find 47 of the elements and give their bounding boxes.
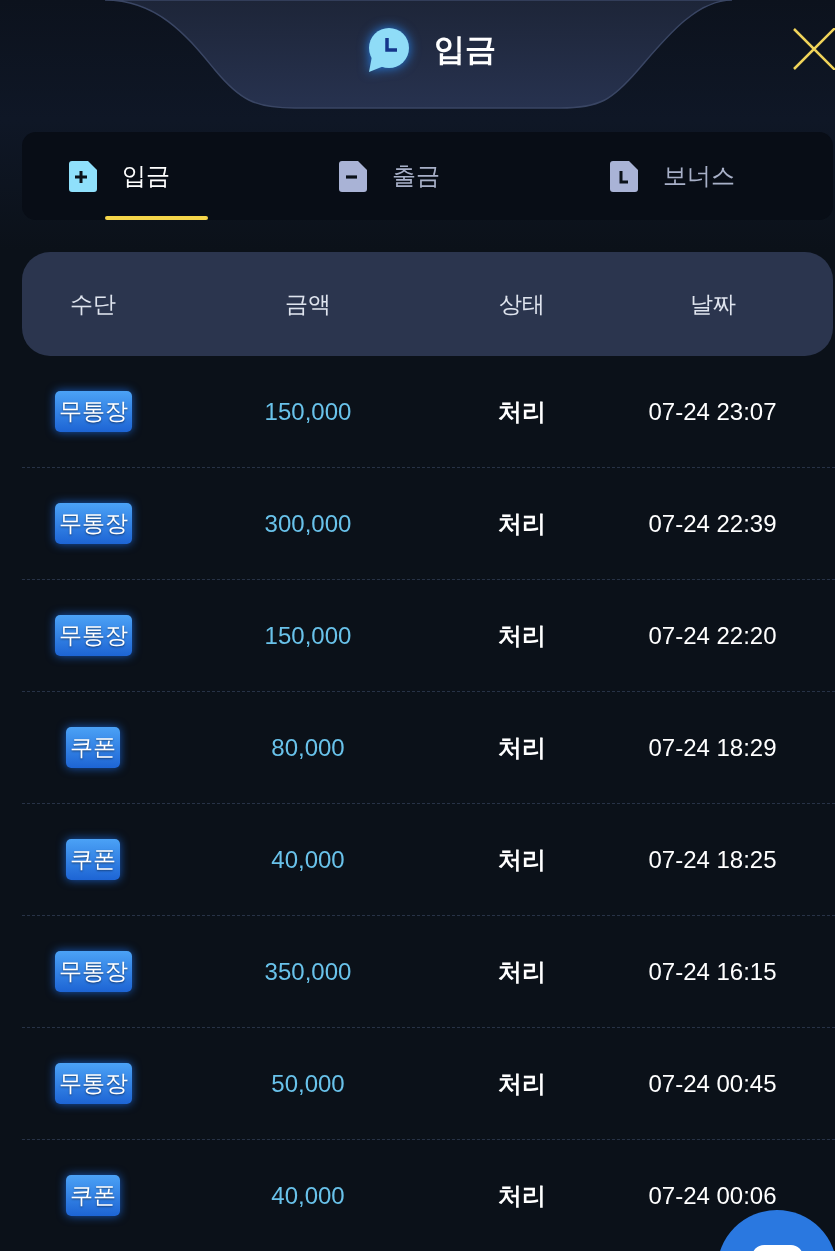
document-plus-icon bbox=[69, 160, 97, 192]
status-text: 처리 bbox=[498, 844, 546, 875]
rounded-rect-icon bbox=[752, 1245, 803, 1251]
column-header: 상태 bbox=[499, 289, 545, 319]
method-badge: 쿠폰 bbox=[66, 839, 120, 880]
date-time-text: 07-24 16:15 bbox=[648, 957, 777, 986]
tab[interactable]: 입금 bbox=[22, 132, 293, 220]
close-button[interactable] bbox=[793, 28, 835, 70]
status-text: 처리 bbox=[498, 508, 546, 539]
method-badge: 쿠폰 bbox=[66, 1175, 120, 1216]
tab[interactable]: 출금 bbox=[292, 132, 563, 220]
method-badge: 무통장 bbox=[54, 615, 132, 656]
column-header: 금액 bbox=[285, 289, 331, 319]
status-text: 처리 bbox=[498, 956, 546, 987]
tab[interactable]: 보너스 bbox=[562, 132, 833, 220]
amount-text: 40,000 bbox=[271, 1181, 345, 1210]
method-badge: 무통장 bbox=[54, 503, 132, 544]
amount-text: 50,000 bbox=[271, 1069, 345, 1098]
method-badge: 무통장 bbox=[54, 1063, 132, 1104]
status-text: 처리 bbox=[498, 620, 546, 651]
floating-button[interactable] bbox=[717, 1210, 835, 1251]
status-text: 처리 bbox=[498, 732, 546, 763]
amount-text: 40,000 bbox=[271, 845, 345, 874]
date-time-text: 07-24 00:45 bbox=[648, 1069, 777, 1098]
close-icon bbox=[793, 28, 835, 70]
method-badge: 쿠폰 bbox=[66, 727, 120, 768]
status-text: 처리 bbox=[498, 396, 546, 427]
date-time-text: 07-24 00:06 bbox=[648, 1181, 777, 1210]
date-time-text: 07-24 22:39 bbox=[648, 509, 777, 538]
column-header: 수단 bbox=[70, 289, 116, 319]
method-badge: 무통장 bbox=[54, 951, 132, 992]
column-header: 날짜 bbox=[689, 289, 736, 319]
amount-text: 80,000 bbox=[271, 733, 345, 762]
amount-text: 150,000 bbox=[264, 621, 352, 650]
amount-text: 300,000 bbox=[264, 509, 352, 538]
amount-text: 350,000 bbox=[264, 957, 352, 986]
document-clock-icon bbox=[609, 160, 638, 192]
amount-text: 150,000 bbox=[264, 397, 352, 426]
date-time-text: 07-24 18:25 bbox=[648, 845, 777, 874]
date-time-text: 07-24 23:07 bbox=[648, 397, 777, 426]
date-time-text: 07-24 18:29 bbox=[648, 733, 777, 762]
document-minus-icon bbox=[339, 160, 368, 192]
date-time-text: 07-24 22:20 bbox=[648, 621, 777, 650]
status-text: 처리 bbox=[498, 1180, 546, 1211]
window-title: 입금 bbox=[433, 31, 496, 69]
status-text: 처리 bbox=[498, 1068, 546, 1099]
method-badge: 무통장 bbox=[54, 391, 132, 432]
